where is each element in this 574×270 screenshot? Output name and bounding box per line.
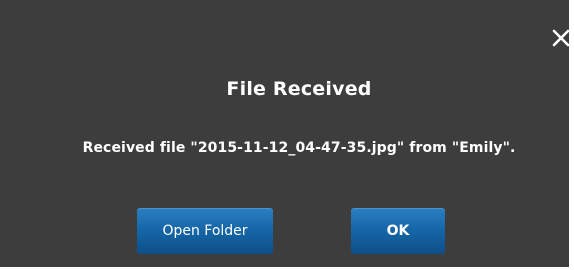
ok-label: OK	[386, 223, 410, 239]
close-button[interactable]	[549, 26, 573, 50]
dialog-title: File Received	[226, 78, 372, 100]
dialog-body: File Received Received file "2015-11-12_…	[0, 0, 570, 267]
file-received-dialog: File Received Received file "2015-11-12_…	[0, 0, 574, 270]
open-folder-label: Open Folder	[162, 223, 248, 239]
close-icon	[552, 29, 570, 47]
open-folder-button[interactable]: Open Folder	[137, 208, 273, 254]
ok-button[interactable]: OK	[351, 208, 445, 254]
dialog-message: Received file "2015-11-12_04-47-35.jpg" …	[82, 140, 516, 156]
